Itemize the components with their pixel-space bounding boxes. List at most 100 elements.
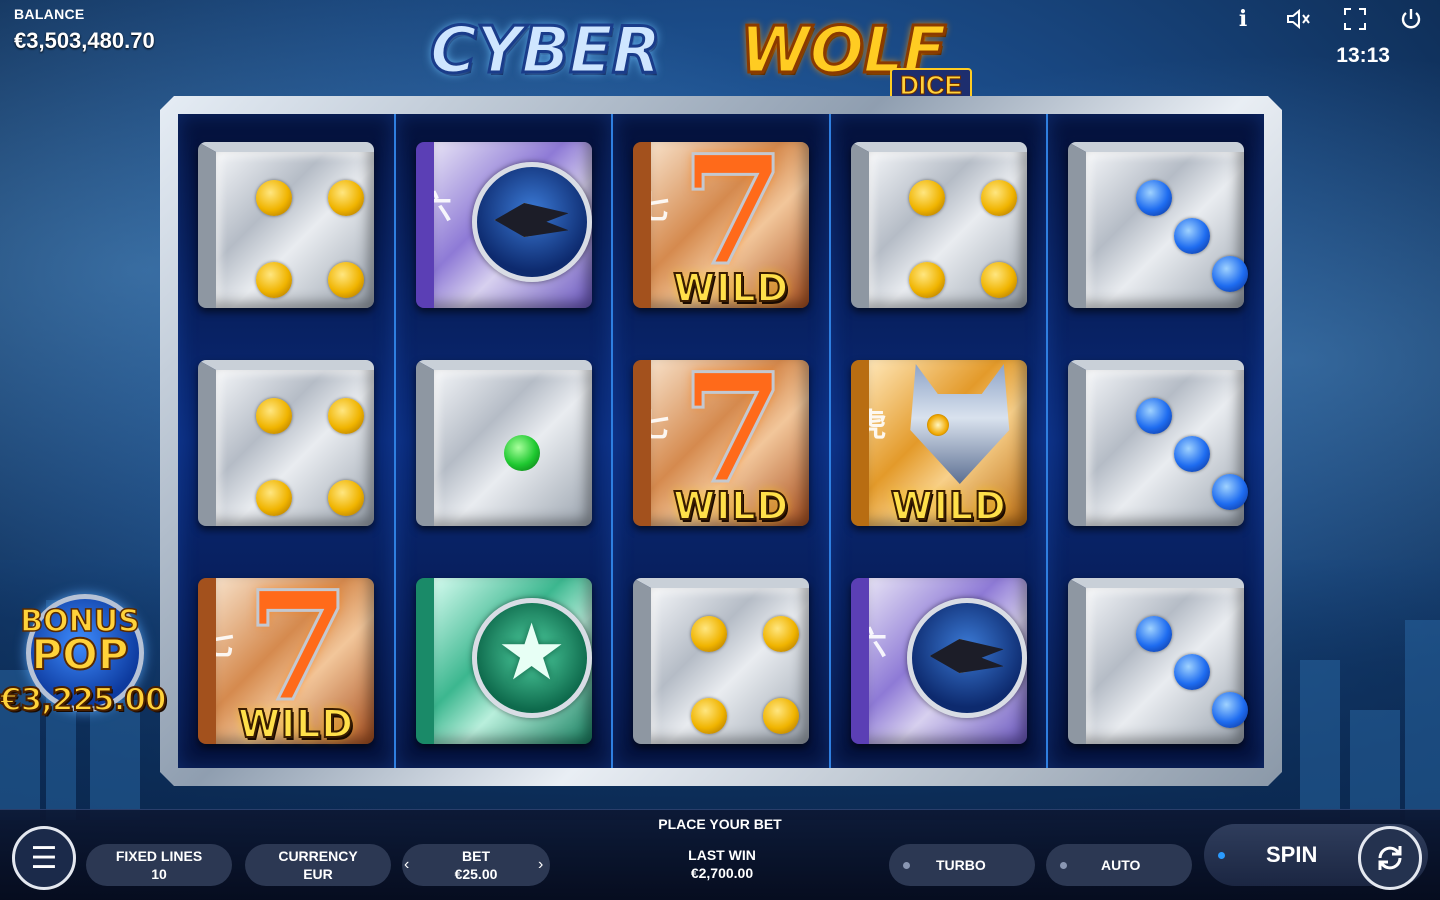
kanji-glyph: 七 <box>202 625 235 661</box>
currency-value: EUR <box>303 866 333 882</box>
turbo-indicator-icon <box>903 861 910 869</box>
turbo-toggle[interactable]: TURBO <box>889 844 1035 886</box>
bet-increase-button[interactable]: › <box>538 856 543 874</box>
reel-grid: 七 7 WILD 六 ★ 七 7 WILD 七 7 WILD 虎 WILD 六 <box>178 114 1264 768</box>
dice-1-green-icon <box>415 360 592 526</box>
info-icon[interactable]: i <box>1228 6 1258 32</box>
bonus-pop-jackpot: BONUS POP €3,225.00 <box>0 590 170 730</box>
pip <box>256 180 292 216</box>
kanji-glyph: 六 <box>419 189 452 225</box>
hamburger-icon: ☰ <box>30 841 58 875</box>
ship-emblem <box>906 598 1027 718</box>
star-symbol-icon: ★ <box>415 578 592 744</box>
auto-label: AUTO <box>1101 857 1141 873</box>
kanji-glyph: 七 <box>637 189 670 225</box>
pip <box>1136 180 1173 216</box>
currency-display[interactable]: CURRENCY EUR <box>245 844 391 886</box>
pip <box>1212 692 1249 728</box>
spaceship-icon <box>929 639 1004 673</box>
ship-symbol-icon: 六 <box>850 578 1027 744</box>
fullscreen-icon[interactable] <box>1340 6 1370 32</box>
dice-4-gold-icon <box>198 360 374 526</box>
pip <box>1212 256 1249 292</box>
bet-decrease-button[interactable]: ‹ <box>404 856 409 874</box>
reel-4: 虎 WILD 六 <box>831 114 1049 768</box>
turbo-label: TURBO <box>936 857 986 873</box>
last-win-value: €2,700.00 <box>690 865 754 881</box>
spin-indicator-icon <box>1218 851 1225 859</box>
pip <box>328 262 364 298</box>
dice-4-gold-icon <box>633 578 810 744</box>
pip <box>908 262 945 298</box>
dice-4-gold-icon <box>850 142 1027 308</box>
symbol-cell <box>1068 360 1249 526</box>
pip <box>980 180 1017 216</box>
symbol-cell: 七 7 WILD <box>633 142 810 311</box>
pip <box>980 262 1017 298</box>
ship-symbol-icon: 六 <box>415 142 592 308</box>
lucky-seven-icon: 7 <box>680 360 787 517</box>
auto-play-button[interactable]: AUTO <box>1046 844 1192 886</box>
pip <box>1174 654 1211 690</box>
wolf-eye-icon <box>926 414 949 436</box>
symbol-cell <box>198 142 374 308</box>
currency-label: CURRENCY <box>278 848 358 864</box>
last-win-display: LAST WIN €2,700.00 <box>662 846 782 882</box>
sound-muted-icon[interactable] <box>1284 6 1314 32</box>
dice-3-blue-icon <box>1068 142 1249 308</box>
bet-selector: BET €25.00 <box>402 844 550 886</box>
reel-1: 七 7 WILD <box>178 114 396 768</box>
fixed-lines-value: 10 <box>151 866 167 882</box>
spaceship-icon <box>494 203 569 237</box>
reel-2: 六 ★ <box>396 114 614 768</box>
last-win-label: LAST WIN <box>688 847 756 863</box>
pip <box>256 398 292 434</box>
symbol-cell: 七 7 WILD <box>633 360 810 529</box>
balance-label: BALANCE <box>14 6 85 22</box>
spin-refresh-icon[interactable] <box>1358 826 1422 890</box>
menu-button[interactable]: ☰ <box>12 826 76 890</box>
pip <box>1136 616 1173 652</box>
pip <box>691 616 728 652</box>
pip <box>691 698 728 734</box>
wild-label: WILD <box>672 265 790 311</box>
dice-3-blue-icon <box>1068 360 1249 526</box>
fixed-lines-label: FIXED LINES <box>115 848 203 864</box>
symbol-cell: ★ <box>415 578 592 744</box>
star-icon: ★ <box>496 608 567 696</box>
symbol-cell <box>198 360 374 526</box>
symbol-cell: 六 <box>415 142 592 308</box>
pip <box>1174 436 1211 472</box>
wild-label: WILD <box>672 483 790 529</box>
game-logo: CYBER WOLF DICE <box>428 13 1010 104</box>
lucky-seven-icon: 7 <box>244 578 351 735</box>
lucky-seven-icon: 7 <box>680 142 787 299</box>
pip <box>256 262 292 298</box>
logo-cyber: CYBER <box>428 13 662 90</box>
spin-button[interactable]: SPIN <box>1204 824 1428 890</box>
kanji-glyph: 六 <box>854 625 887 661</box>
pip <box>908 180 945 216</box>
star-emblem: ★ <box>471 598 592 718</box>
pip <box>763 698 800 734</box>
reel-5 <box>1048 114 1264 768</box>
dice-4-gold-icon <box>198 142 374 308</box>
reel-3: 七 7 WILD 七 7 WILD <box>613 114 831 768</box>
symbol-cell <box>850 142 1027 308</box>
wild-label: WILD <box>890 483 1007 529</box>
power-icon[interactable] <box>1396 6 1426 32</box>
pip <box>1136 398 1173 434</box>
dice-3-blue-icon <box>1068 578 1249 744</box>
pip <box>763 616 800 652</box>
symbol-cell <box>1068 578 1249 744</box>
cyber-wolf-icon <box>910 364 1010 484</box>
pip <box>1212 474 1249 510</box>
bet-label: BET <box>462 848 490 864</box>
balance-panel: BALANCE €3,503,480.70 <box>14 6 155 54</box>
bonus-pop-line2: POP <box>30 629 129 680</box>
symbol-cell: 虎 WILD <box>850 360 1027 529</box>
balance-value: €3,503,480.70 <box>14 28 155 53</box>
kanji-glyph: 七 <box>637 407 670 443</box>
ship-emblem <box>471 162 592 282</box>
spin-label: SPIN <box>1266 842 1318 867</box>
